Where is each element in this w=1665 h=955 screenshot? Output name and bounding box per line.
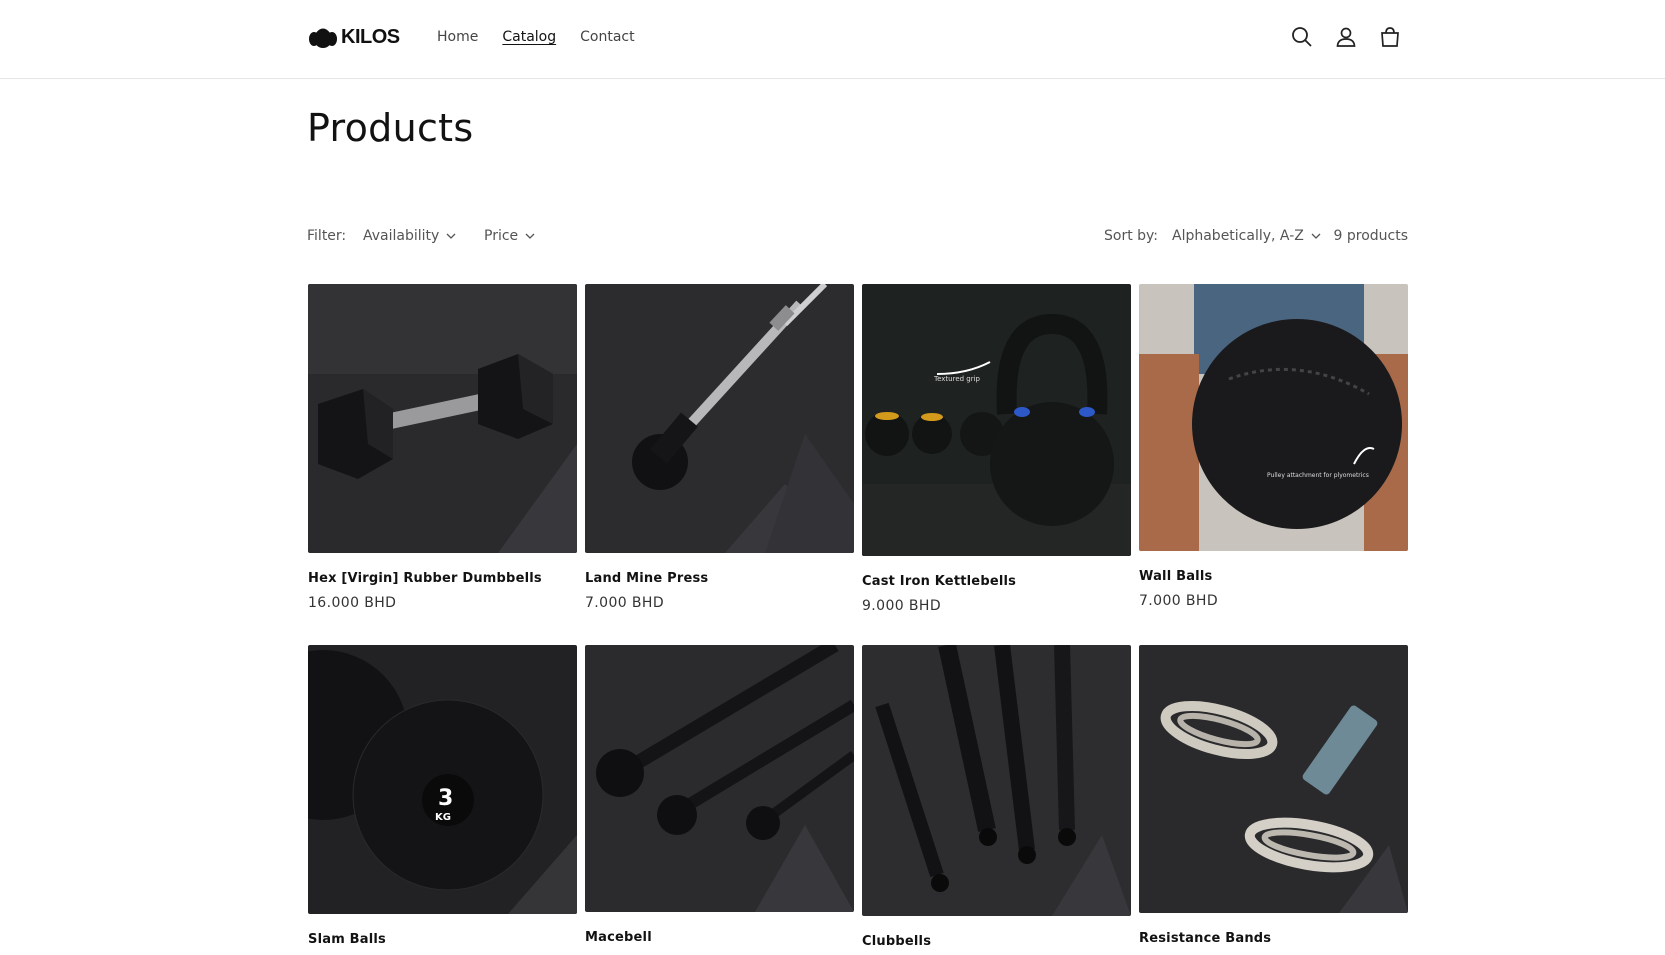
- nav-catalog[interactable]: Catalog: [502, 27, 556, 47]
- brand-logo[interactable]: KILOS: [308, 22, 400, 52]
- product-title[interactable]: Resistance Bands: [1139, 931, 1408, 946]
- svg-text:Textured grip: Textured grip: [933, 375, 981, 383]
- chevron-down-icon: [1311, 233, 1321, 239]
- sort-select[interactable]: Alphabetically, A-Z: [1172, 228, 1322, 244]
- chevron-down-icon: [525, 233, 535, 239]
- product-image[interactable]: 3 KG: [308, 645, 577, 914]
- price-filter-label: Price: [484, 228, 519, 244]
- page-title: Products: [307, 106, 474, 150]
- brand-name: KILOS: [341, 25, 400, 48]
- product-title[interactable]: Land Mine Press: [585, 571, 854, 586]
- svg-text:Pulley attachment for plyometr: Pulley attachment for plyometrics: [1267, 472, 1369, 479]
- product-card[interactable]: Textured grip Cast Iron Kettlebells 9.00…: [862, 284, 1131, 614]
- product-card[interactable]: Resistance Bands: [1139, 645, 1408, 946]
- header-icons: [1290, 24, 1422, 50]
- nav-contact[interactable]: Contact: [580, 27, 634, 47]
- product-image[interactable]: [585, 284, 854, 553]
- product-card[interactable]: Hex [Virgin] Rubber Dumbbells 16.000 BHD: [308, 284, 577, 611]
- price-filter[interactable]: Price: [484, 228, 536, 244]
- product-price: 7.000 BHD: [585, 595, 665, 611]
- filter-label: Filter:: [307, 228, 347, 244]
- sort-select-value: Alphabetically, A-Z: [1172, 228, 1304, 244]
- svg-text:3: 3: [438, 786, 453, 811]
- svg-text:KG: KG: [435, 812, 451, 823]
- product-count: 9 products: [1333, 228, 1409, 244]
- main-nav: Home Catalog Contact: [437, 27, 659, 47]
- kettlebell-logo-icon: [309, 28, 337, 48]
- product-image[interactable]: [585, 645, 854, 912]
- site-header: KILOS Home Catalog Contact: [0, 0, 1665, 79]
- product-price: 7.000 BHD: [1139, 593, 1219, 609]
- product-card[interactable]: Pulley attachment for plyometrics Wall B…: [1139, 284, 1408, 609]
- sort-label: Sort by:: [1104, 228, 1159, 244]
- product-price: 9.000 BHD: [862, 598, 942, 614]
- product-title[interactable]: Slam Balls: [308, 932, 577, 947]
- product-title[interactable]: Hex [Virgin] Rubber Dumbbells: [308, 571, 577, 586]
- filter-bar: Filter: Availability Price Sort by: Alph…: [307, 228, 1408, 250]
- account-icon[interactable]: [1334, 24, 1358, 50]
- chevron-down-icon: [446, 233, 456, 239]
- product-image[interactable]: Textured grip: [862, 284, 1131, 556]
- product-card[interactable]: Macebell: [585, 645, 854, 945]
- product-card[interactable]: 3 KG Slam Balls: [308, 645, 577, 947]
- product-price: 16.000 BHD: [308, 595, 397, 611]
- availability-filter-label: Availability: [363, 228, 440, 244]
- availability-filter[interactable]: Availability: [363, 228, 457, 244]
- search-icon[interactable]: [1290, 24, 1314, 50]
- product-image[interactable]: [862, 645, 1131, 916]
- cart-icon[interactable]: [1378, 24, 1402, 50]
- product-image[interactable]: Pulley attachment for plyometrics: [1139, 284, 1408, 551]
- product-card[interactable]: Land Mine Press 7.000 BHD: [585, 284, 854, 611]
- product-title[interactable]: Cast Iron Kettlebells: [862, 574, 1131, 589]
- nav-home[interactable]: Home: [437, 27, 478, 47]
- product-card[interactable]: Clubbells: [862, 645, 1131, 949]
- product-image[interactable]: [1139, 645, 1408, 913]
- product-title[interactable]: Wall Balls: [1139, 569, 1408, 584]
- product-title[interactable]: Clubbells: [862, 934, 1131, 949]
- product-title[interactable]: Macebell: [585, 930, 854, 945]
- product-image[interactable]: [308, 284, 577, 553]
